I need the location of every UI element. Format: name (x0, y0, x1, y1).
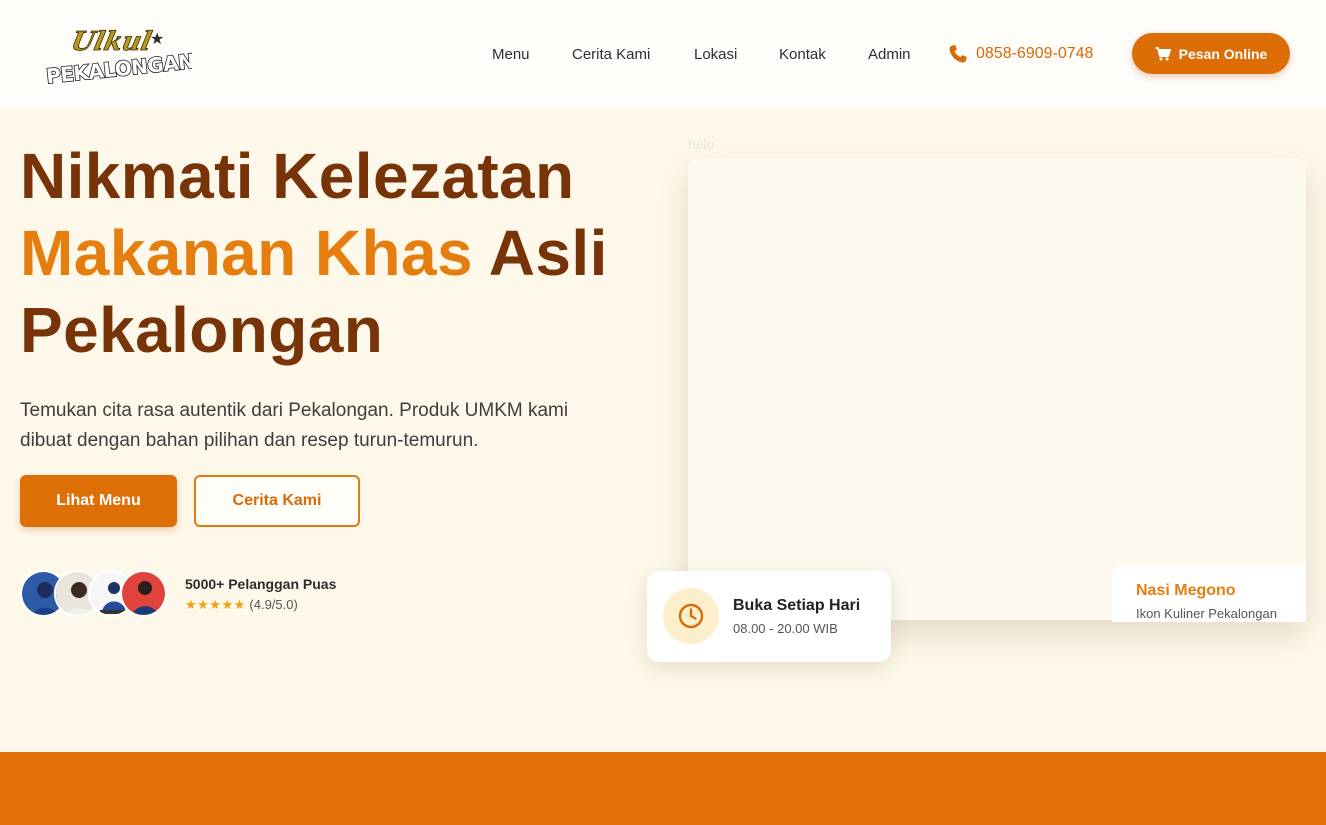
nav-link-lokasi[interactable]: Lokasi (694, 46, 737, 63)
hero-image (688, 158, 1306, 620)
phone-icon (948, 44, 968, 64)
dish-name: Nasi Megono (1136, 582, 1236, 599)
hero-title-accent: Makanan Khas (20, 217, 473, 289)
nav-link-menu[interactable]: Menu (492, 46, 530, 63)
svg-text:★: ★ (150, 31, 164, 48)
svg-text:Ulkul: Ulkul (69, 26, 155, 57)
next-section-band (0, 752, 1326, 825)
star-icon: ★★★★★ (185, 597, 246, 612)
hero-description: Temukan cita rasa autentik dari Pekalong… (20, 400, 569, 451)
hero-title-line1: Nikmati Kelezatan (20, 140, 575, 212)
dish-subtitle: Ikon Kuliner Pekalongan (1136, 606, 1277, 621)
phone-number: 0858-6909-0748 (976, 45, 1094, 62)
navbar: Ulkul ★ PEKALONGAN Menu Cerita Kami Loka… (0, 0, 1326, 107)
rating-value: (4.9/5.0) (249, 597, 298, 612)
opening-hours-card: Buka Setiap Hari 08.00 - 20.00 WIB (647, 571, 891, 662)
hours-title: Buka Setiap Hari (733, 597, 861, 614)
cerita-kami-button[interactable]: Cerita Kami (194, 475, 360, 527)
nav-link-kontak[interactable]: Kontak (779, 46, 826, 63)
order-online-label: Pesan Online (1178, 45, 1268, 62)
phone-contact[interactable]: 0858-6909-0748 (948, 44, 1093, 64)
hero-title: Nikmati Kelezatan Makanan Khas Asli Peka… (20, 138, 608, 369)
clock-icon (663, 588, 719, 644)
brand-logo[interactable]: Ulkul ★ PEKALONGAN (42, 22, 196, 89)
hours-time: 08.00 - 20.00 WIB (733, 621, 838, 636)
customer-count: 5000+ Pelanggan Puas (185, 576, 337, 592)
nav-link-admin[interactable]: Admin (868, 46, 911, 63)
nav-link-cerita-kami[interactable]: Cerita Kami (572, 46, 650, 63)
avatar (120, 570, 167, 617)
rating-line: ★★★★★ (4.9/5.0) (185, 597, 298, 613)
hero-title-line2-rest: Asli (472, 217, 608, 289)
cart-icon (1155, 46, 1171, 61)
lihat-menu-button[interactable]: Lihat Menu (20, 475, 177, 527)
featured-dish-card: Nasi Megono Ikon Kuliner Pekalongan (1112, 566, 1306, 622)
customer-avatars (20, 570, 170, 620)
hero-image-alt-text: helo (688, 136, 715, 152)
order-online-button[interactable]: Pesan Online (1132, 33, 1290, 74)
hero-title-line3: Pekalongan (20, 294, 384, 366)
